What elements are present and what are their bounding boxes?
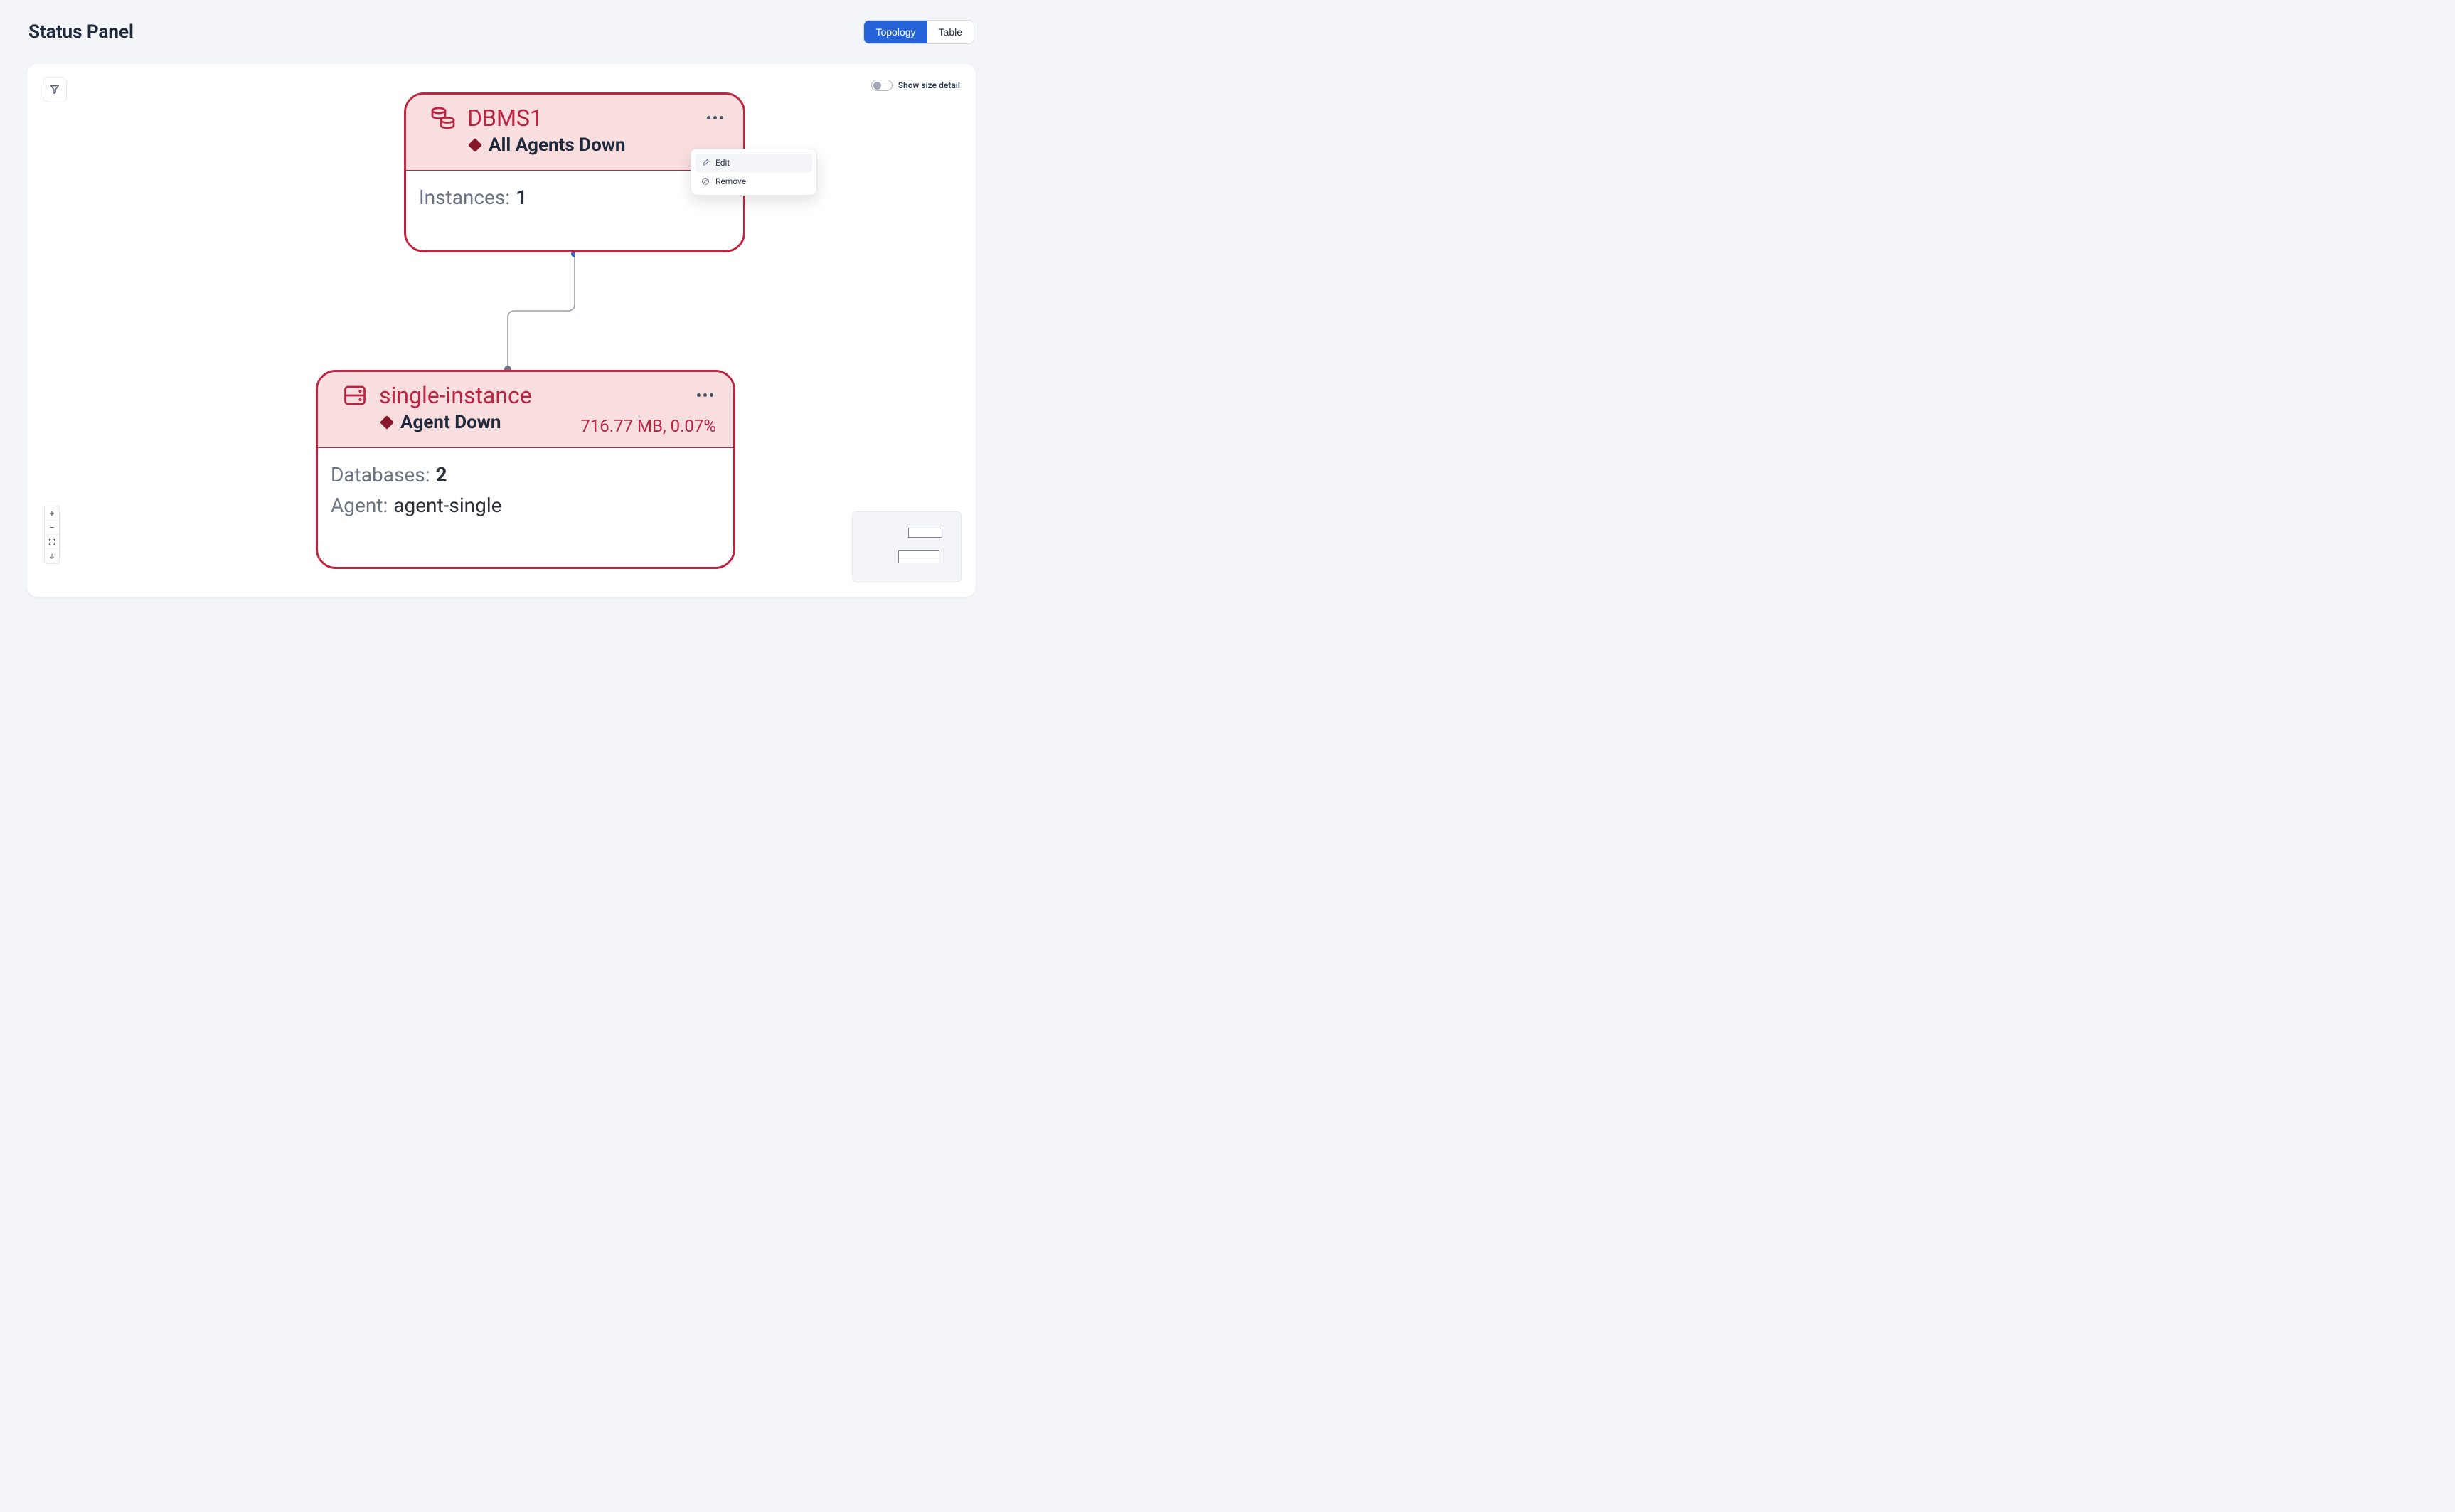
zoom-controls: + − [44, 506, 60, 564]
status-row: All Agents Down [430, 134, 719, 156]
instance-node[interactable]: single-instance Agent Down 716.77 MB, 0.… [316, 370, 735, 569]
view-toggle: Topology Table [863, 20, 974, 44]
node-title-row: DBMS1 [430, 105, 719, 132]
arrow-down-icon [48, 553, 55, 560]
minimap[interactable] [852, 511, 962, 582]
more-icon [697, 393, 701, 397]
zoom-in-button[interactable]: + [45, 506, 59, 521]
view-topology-button[interactable]: Topology [864, 21, 927, 43]
instance-title: single-instance [379, 382, 532, 409]
zoom-down-button[interactable] [45, 549, 59, 563]
dbms-title: DBMS1 [467, 105, 543, 132]
connector-line [404, 252, 575, 371]
context-menu: Edit Remove [691, 149, 817, 196]
dbms-node[interactable]: DBMS1 All Agents Down Edit Rem [404, 92, 745, 252]
zoom-fit-button[interactable] [45, 535, 59, 549]
instance-icon [342, 383, 368, 408]
header: Status Panel Topology Table [0, 0, 1003, 51]
node-header: single-instance Agent Down 716.77 MB, 0.… [318, 372, 733, 447]
edit-icon [701, 159, 710, 167]
status-diamond-icon [380, 415, 394, 430]
page-title: Status Panel [28, 21, 134, 43]
zoom-out-button[interactable]: − [45, 521, 59, 535]
agent-label: Agent: [331, 490, 388, 521]
instance-size: 716.77 MB, 0.07% [580, 416, 716, 436]
view-table-button[interactable]: Table [927, 21, 974, 43]
dbms-icon [430, 105, 456, 131]
context-remove-label: Remove [715, 176, 746, 186]
instance-more-button[interactable] [692, 383, 718, 406]
dbms-more-button[interactable] [702, 106, 728, 129]
more-icon [707, 116, 710, 119]
instances-label: Instances: [419, 182, 510, 213]
status-diamond-icon [468, 138, 482, 152]
databases-label: Databases: [331, 459, 430, 490]
context-menu-remove[interactable]: Remove [696, 172, 812, 191]
agent-line: Agent: agent-single [331, 490, 720, 521]
instances-value: 1 [516, 182, 527, 213]
databases-line: Databases: 2 [331, 459, 720, 490]
node-body: Databases: 2 Agent: agent-single [318, 447, 733, 533]
fit-icon [48, 538, 55, 545]
node-title-row: single-instance [342, 382, 709, 409]
topology-canvas[interactable]: DBMS1 All Agents Down Edit Rem [27, 64, 976, 597]
context-menu-edit[interactable]: Edit [696, 154, 812, 172]
minimap-node [908, 528, 942, 538]
status-text: Agent Down [400, 412, 501, 433]
instances-line: Instances: 1 [419, 182, 730, 213]
databases-value: 2 [435, 459, 447, 490]
status-text: All Agents Down [489, 134, 626, 156]
topology-panel: Show size detail DBMS1 [27, 64, 976, 597]
node-header: DBMS1 All Agents Down Edit Rem [406, 95, 743, 170]
minimap-node [898, 550, 939, 563]
agent-value: agent-single [393, 490, 501, 521]
remove-icon [701, 177, 710, 186]
context-edit-label: Edit [715, 158, 730, 168]
